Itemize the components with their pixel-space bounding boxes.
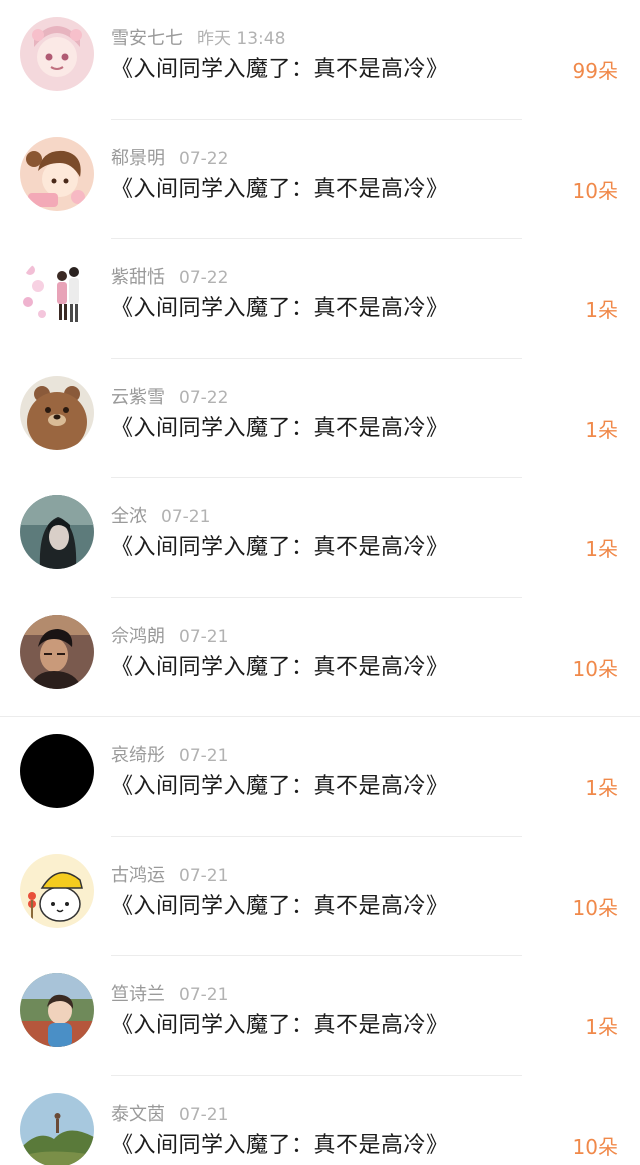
item-time: 07-21 (179, 865, 229, 886)
user-name[interactable]: 紫甜恬 (111, 267, 165, 288)
gift-count: 1朵 (585, 537, 618, 561)
black-circle-icon[interactable] (20, 734, 94, 808)
user-name[interactable]: 佘鸿朗 (111, 626, 165, 647)
gift-count: 1朵 (585, 417, 618, 442)
gift-count: 10朵 (572, 1134, 618, 1159)
child-photo-icon[interactable] (20, 973, 94, 1047)
gift-count: 10朵 (572, 178, 618, 203)
list-item[interactable]: 郗景明 07-22 《入间同学入魔了：真不是高冷》 10朵 (0, 120, 640, 239)
item-time: 07-21 (179, 746, 229, 766)
item-meta: 紫甜恬 07-22 (111, 266, 228, 290)
item-time: 昨天 13:48 (197, 29, 286, 49)
item-time: 07-22 (179, 148, 229, 169)
list-item[interactable]: 雪安七七 昨天 13:48 《入间同学入魔了：真不是高冷》 99朵 (0, 0, 640, 120)
item-meta: 雪安七七 昨天 13:48 (111, 27, 285, 51)
user-name[interactable]: 泰文茵 (111, 1104, 165, 1125)
list-item[interactable]: 紫甜恬 07-22 《入间同学入魔了：真不是高冷》 1朵 (0, 239, 640, 359)
book-title[interactable]: 《入间同学入魔了：真不是高冷》 (111, 414, 449, 444)
book-title[interactable]: 《入间同学入魔了：真不是高冷》 (111, 653, 449, 683)
user-name[interactable]: 古鸿运 (111, 865, 165, 886)
list-item[interactable]: 佘鸿朗 07-21 《入间同学入魔了：真不是高冷》 10朵 (0, 598, 640, 717)
book-title[interactable]: 《入间同学入魔了：真不是高冷》 (111, 1131, 449, 1161)
man-portrait-icon[interactable] (20, 614, 94, 689)
gift-count: 1朵 (585, 776, 618, 800)
item-meta: 古鸿运 07-21 (111, 864, 228, 888)
user-name[interactable]: 笪诗兰 (111, 984, 165, 1005)
user-name[interactable]: 云紫雪 (111, 387, 165, 408)
item-meta: 全浓 07-21 (111, 505, 210, 529)
gift-count: 99朵 (572, 59, 618, 83)
gift-count: 10朵 (572, 895, 618, 920)
book-title[interactable]: 《入间同学入魔了：真不是高冷》 (111, 1011, 449, 1041)
item-time: 07-21 (179, 1104, 229, 1125)
user-name[interactable]: 哀绮彤 (111, 745, 165, 766)
yellow-hat-cat-icon[interactable] (20, 853, 94, 928)
couple-illustration-icon[interactable] (20, 256, 94, 330)
gift-record-list: 雪安七七 昨天 13:48 《入间同学入魔了：真不是高冷》 99朵 郗景明 07-2… (0, 0, 640, 1165)
list-item[interactable]: 哀绮彤 07-21 《入间同学入魔了：真不是高冷》 1朵 (0, 717, 640, 837)
item-meta: 笪诗兰 07-21 (111, 983, 228, 1007)
user-name[interactable]: 郗景明 (111, 148, 165, 169)
cartoon-girl-icon[interactable] (20, 136, 94, 211)
user-name[interactable]: 雪安七七 (111, 28, 183, 49)
pink-anime-girl-icon[interactable] (20, 17, 94, 91)
item-time: 07-21 (179, 985, 229, 1005)
item-meta: 哀绮彤 07-21 (111, 744, 228, 768)
item-meta: 佘鸿朗 07-21 (111, 625, 228, 649)
book-title[interactable]: 《入间同学入魔了：真不是高冷》 (111, 892, 449, 922)
list-item[interactable]: 笪诗兰 07-21 《入间同学入魔了：真不是高冷》 1朵 (0, 956, 640, 1076)
item-time: 07-21 (161, 507, 211, 527)
book-title[interactable]: 《入间同学入魔了：真不是高冷》 (111, 55, 449, 85)
dark-girl-photo-icon[interactable] (20, 495, 94, 569)
gift-count: 10朵 (572, 656, 618, 681)
landscape-photo-icon[interactable] (20, 1092, 94, 1165)
list-item[interactable]: 全浓 07-21 《入间同学入魔了：真不是高冷》 1朵 (0, 478, 640, 598)
book-title[interactable]: 《入间同学入魔了：真不是高冷》 (111, 533, 449, 563)
list-item[interactable]: 泰文茵 07-21 《入间同学入魔了：真不是高冷》 10朵 (0, 1076, 640, 1165)
item-meta: 云紫雪 07-22 (111, 386, 228, 410)
gift-count: 1朵 (585, 1015, 618, 1039)
item-time: 07-21 (179, 626, 229, 647)
book-title[interactable]: 《入间同学入魔了：真不是高冷》 (111, 772, 449, 802)
item-time: 07-22 (179, 268, 229, 288)
list-item[interactable]: 云紫雪 07-22 《入间同学入魔了：真不是高冷》 1朵 (0, 359, 640, 478)
list-item[interactable]: 古鸿运 07-21 《入间同学入魔了：真不是高冷》 10朵 (0, 837, 640, 956)
gift-count: 1朵 (585, 298, 618, 322)
brown-bear-icon[interactable] (20, 375, 94, 450)
book-title[interactable]: 《入间同学入魔了：真不是高冷》 (111, 294, 449, 324)
item-meta: 泰文茵 07-21 (111, 1103, 228, 1127)
item-time: 07-22 (179, 387, 229, 408)
book-title[interactable]: 《入间同学入魔了：真不是高冷》 (111, 175, 449, 205)
user-name[interactable]: 全浓 (111, 506, 147, 527)
item-meta: 郗景明 07-22 (111, 147, 228, 171)
